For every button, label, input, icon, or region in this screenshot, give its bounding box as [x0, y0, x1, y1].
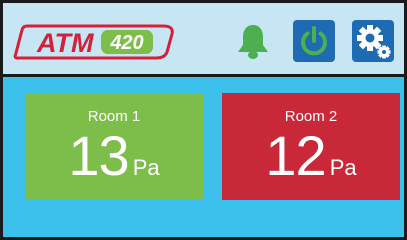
pressure-value: 12 [265, 124, 326, 187]
bell-icon [238, 25, 268, 59]
pressure-unit: Pa [329, 155, 357, 180]
alarm-bell-button[interactable] [232, 20, 274, 62]
gear-icon [357, 25, 391, 59]
app-window: ATM 420 Room 1 13 Pa Room 2 12 Pa [0, 0, 407, 240]
pressure-reading: 12 Pa [222, 123, 400, 189]
atm-420-logo: ATM 420 [13, 21, 181, 63]
room-1-tile[interactable]: Room 1 13 Pa [25, 93, 203, 200]
pressure-reading: 13 Pa [25, 123, 203, 189]
pressure-value: 13 [68, 124, 129, 187]
header-bar: ATM 420 [3, 3, 404, 77]
svg-text:ATM: ATM [36, 28, 94, 58]
room-2-tile[interactable]: Room 2 12 Pa [222, 93, 400, 200]
power-icon [301, 26, 327, 56]
power-button[interactable] [293, 20, 335, 62]
pressure-unit: Pa [132, 155, 160, 180]
settings-button[interactable] [352, 20, 394, 62]
svg-text:420: 420 [109, 32, 143, 54]
